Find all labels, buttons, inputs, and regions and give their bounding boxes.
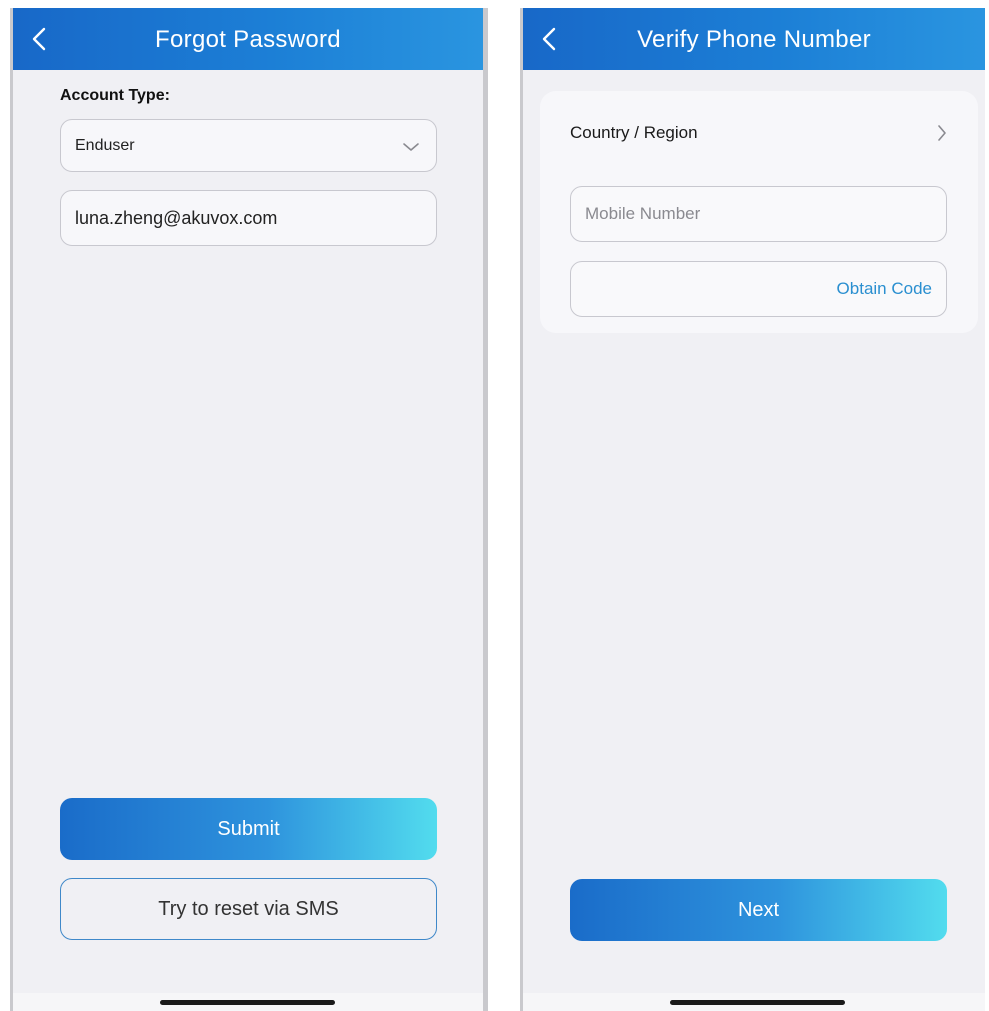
obtain-code-button[interactable]: Obtain Code (837, 262, 932, 316)
email-field[interactable]: luna.zheng@akuvox.com (60, 190, 437, 246)
next-button[interactable]: Next (570, 879, 947, 941)
home-indicator[interactable] (670, 1000, 845, 1005)
country-region-label: Country / Region (570, 123, 698, 142)
header-bar: Verify Phone Number (523, 8, 985, 70)
verification-code-field[interactable]: Obtain Code (570, 261, 947, 317)
page-title: Verify Phone Number (637, 26, 871, 53)
verify-phone-screen: Verify Phone Number Country / Region Mob… (520, 8, 985, 1011)
mobile-number-placeholder: Mobile Number (585, 204, 701, 223)
chevron-down-icon (403, 143, 419, 151)
home-indicator[interactable] (160, 1000, 335, 1005)
header-bar: Forgot Password (13, 8, 483, 70)
phone-form-card: Country / Region Mobile Number Obtain Co… (540, 91, 978, 333)
mobile-number-field[interactable]: Mobile Number (570, 186, 947, 242)
account-type-select[interactable]: Enduser (60, 119, 437, 172)
page-title: Forgot Password (155, 26, 341, 53)
country-region-row[interactable]: Country / Region (540, 113, 978, 153)
account-type-value: Enduser (75, 136, 135, 154)
forgot-password-screen: Forgot Password Account Type: Enduser lu… (10, 8, 488, 1011)
account-type-label: Account Type: (60, 87, 170, 104)
email-value: luna.zheng@akuvox.com (75, 207, 278, 228)
submit-button[interactable]: Submit (60, 798, 437, 860)
home-bar-area (13, 993, 483, 1011)
chevron-right-icon (938, 125, 946, 141)
home-bar-area (523, 993, 985, 1011)
sms-reset-button[interactable]: Try to reset via SMS (60, 878, 437, 940)
